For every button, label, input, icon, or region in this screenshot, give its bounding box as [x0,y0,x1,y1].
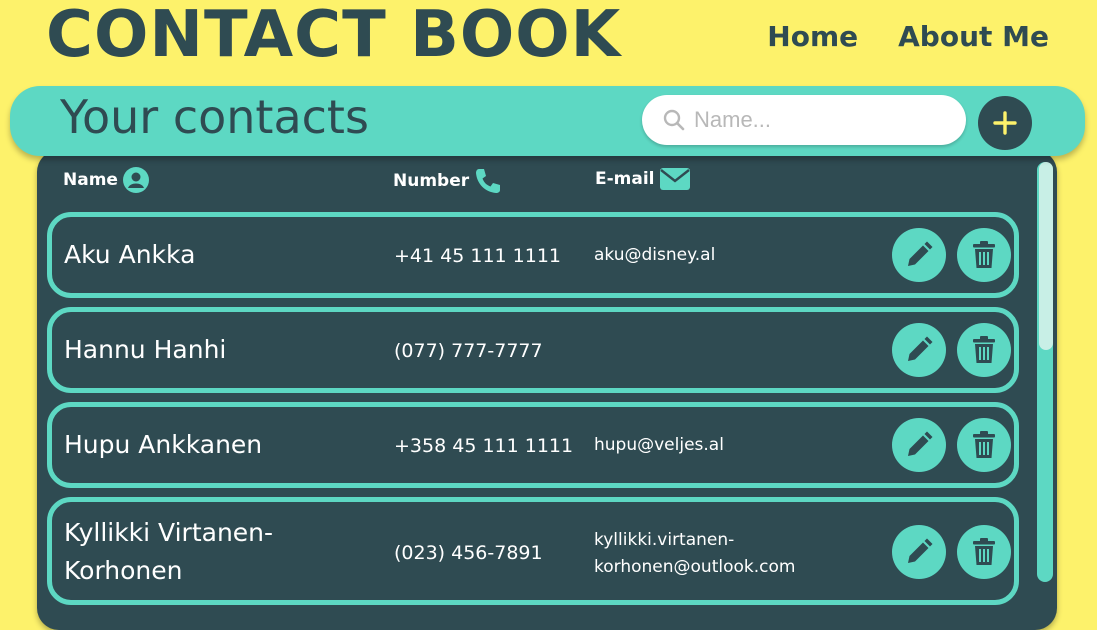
contacts-panel: Name Number E-mail Aku Ankka +41 45 111 … [37,150,1057,630]
contact-name: Hannu Hanhi [64,335,227,364]
contact-number: +41 45 111 1111 [394,245,562,267]
search-icon [663,109,685,131]
contact-email: aku@disney.al [594,245,716,265]
contact-row: Hannu Hanhi (077) 777-7777 [47,307,1019,393]
edit-button[interactable] [892,228,946,282]
trash-icon [973,336,995,363]
add-contact-button[interactable] [978,96,1032,150]
trash-icon [973,538,995,565]
nav-about-link[interactable]: About Me [898,20,1049,53]
contact-row: Kyllikki Virtanen- Korhonen (023) 456-78… [47,497,1019,605]
column-name: Name [63,166,150,194]
pencil-icon [908,336,933,361]
contact-name: Hupu Ankkanen [64,430,263,459]
pencil-icon [908,431,933,456]
pencil-icon [908,538,933,563]
pencil-icon [908,241,933,266]
page-title: Your contacts [60,90,369,144]
delete-button[interactable] [957,228,1011,282]
column-number-label: Number [393,171,470,191]
delete-button[interactable] [957,323,1011,377]
delete-button[interactable] [957,418,1011,472]
column-name-label: Name [63,170,118,190]
trash-icon [973,241,995,268]
contact-name: Aku Ankka [64,240,196,269]
contact-name: Kyllikki Virtanen- Korhonen [64,514,273,590]
contact-email: kyllikki.virtanen- korhonen@outlook.com [594,527,795,581]
contact-row: Aku Ankka +41 45 111 1111 aku@disney.al [47,212,1019,298]
contact-number: +358 45 111 1111 [394,435,574,457]
scrollbar-thumb[interactable] [1039,162,1053,350]
column-email-label: E-mail [595,169,655,189]
contact-name-line: Kyllikki Virtanen- [64,518,274,547]
trash-icon [973,431,995,458]
contact-name-line: Korhonen [64,556,183,585]
delete-button[interactable] [957,525,1011,579]
column-number: Number [393,166,503,196]
column-headers: Name Number E-mail [37,166,1057,200]
contact-row: Hupu Ankkanen +358 45 111 1111 hupu@velj… [47,402,1019,488]
contact-email-line: korhonen@outlook.com [594,557,796,577]
contact-email: hupu@veljes.al [594,435,724,455]
column-email: E-mail [595,166,691,192]
phone-icon [476,169,501,193]
edit-button[interactable] [892,418,946,472]
search-input[interactable] [692,106,946,134]
edit-button[interactable] [892,323,946,377]
contact-number: (077) 777-7777 [394,340,543,362]
contact-number: (023) 456-7891 [394,542,543,564]
nav-home-link[interactable]: Home [767,20,858,53]
top-nav: Home About Me [767,20,1049,53]
plus-icon [993,111,1017,135]
envelope-icon [659,168,690,190]
contact-email-line: kyllikki.virtanen- [594,530,735,550]
contacts-header: Your contacts [10,86,1085,156]
edit-button[interactable] [892,525,946,579]
app-title: CONTACT BOOK [46,0,622,72]
user-circle-icon [122,167,149,193]
search-box[interactable] [642,95,966,145]
